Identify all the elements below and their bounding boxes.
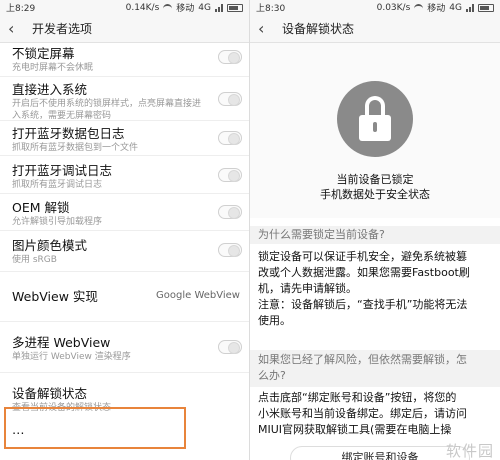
status-time: 上8:29 bbox=[6, 4, 36, 14]
bind-account-device-button[interactable]: 绑定账号和设备 bbox=[290, 446, 470, 460]
answer-line: 锁定设备可以保证手机安全，避免系统被篡 bbox=[258, 250, 467, 263]
question-line: 么办? bbox=[258, 369, 286, 382]
settings-list: 不锁定屏幕 充电时屏幕不会休眠 直接进入系统 开启后不使用系统的锁屏样式，点亮屏… bbox=[0, 43, 249, 439]
status-bar: 上8:29 0.14K/s 移动 4G bbox=[0, 0, 249, 15]
faq-question-1: 为什么需要锁定当前设备? bbox=[250, 226, 500, 244]
status-network: 4G bbox=[449, 2, 462, 13]
developer-options-screen: 上8:29 0.14K/s 移动 4G ‹ 开发者选项 不锁定屏幕 充电时屏幕不… bbox=[0, 0, 250, 460]
answer-line: 改或个人数据泄露。如果您需要Fastboot刷 bbox=[258, 266, 470, 279]
webview-implementation-value: Google WebView bbox=[156, 290, 240, 301]
faq-answer-1: 锁定设备可以保证手机安全，避免系统被篡 改或个人数据泄露。如果您需要Fastbo… bbox=[250, 249, 500, 329]
setting-webview-implementation[interactable]: WebView 实现 Google WebView bbox=[0, 272, 249, 322]
status-carrier: 移动 bbox=[176, 4, 195, 14]
answer-line: 小米账号和当前设备绑定。绑定后，请访问 bbox=[258, 407, 467, 420]
question-line: 如果您已经了解风险，但依然需要解锁，怎 bbox=[258, 353, 467, 366]
setting-label: 多进程 WebView bbox=[12, 335, 111, 350]
page-title: 设备解锁状态 bbox=[282, 22, 355, 36]
setting-label: 图片颜色模式 bbox=[12, 238, 88, 253]
lock-status-title: 当前设备已锁定 bbox=[336, 173, 414, 186]
bt-hci-log-toggle[interactable] bbox=[218, 131, 242, 145]
setting-direct-boot[interactable]: 直接进入系统 开启后不使用系统的锁屏样式，点亮屏幕直接进入系统，需要无屏幕密码 bbox=[0, 77, 249, 121]
answer-line: 注意：设备解锁后，“查找手机”功能将无法 bbox=[258, 298, 468, 311]
status-bar: 上8:30 0.03K/s 移动 4G bbox=[250, 0, 500, 15]
device-unlock-status-screen: 上8:30 0.03K/s 移动 4G ‹ 设备解锁状态 当前设备已锁定 手机数… bbox=[250, 0, 500, 460]
faq-question-2: 如果您已经了解风险，但依然需要解锁，怎 么办? bbox=[250, 350, 500, 387]
setting-label: 设备解锁状态 bbox=[12, 386, 88, 401]
setting-label: 直接进入系统 bbox=[12, 82, 88, 97]
setting-description: 抓取所有蓝牙数据包到一个文件 bbox=[12, 143, 139, 153]
multiprocess-webview-toggle[interactable] bbox=[218, 340, 242, 354]
watermark: 软件园 bbox=[445, 442, 494, 460]
setting-label: 打开蓝牙数据包日志 bbox=[12, 126, 125, 141]
setting-description: 充电时屏幕不会休眠 bbox=[12, 63, 94, 73]
lock-status-panel: 当前设备已锁定 手机数据处于安全状态 bbox=[250, 43, 500, 218]
title-bar: ‹ 设备解锁状态 bbox=[250, 15, 500, 43]
setting-bt-hci-log[interactable]: 打开蓝牙数据包日志 抓取所有蓝牙数据包到一个文件 bbox=[0, 121, 249, 156]
answer-line: MIUI官网获取解锁工具(需要在电脑上操 bbox=[258, 423, 452, 436]
setting-label: 不锁定屏幕 bbox=[12, 46, 75, 61]
wifi-icon bbox=[414, 4, 424, 11]
status-time: 上8:30 bbox=[256, 4, 286, 14]
battery-icon bbox=[478, 3, 494, 12]
answer-line: 使用。 bbox=[258, 314, 291, 327]
bt-debug-log-toggle[interactable] bbox=[218, 168, 242, 182]
setting-bt-debug-log[interactable]: 打开蓝牙调试日志 抓取所有蓝牙调试日志 bbox=[0, 156, 249, 194]
setting-picture-color-mode[interactable]: 图片颜色模式 使用 sRGB bbox=[0, 231, 249, 272]
page-title: 开发者选项 bbox=[32, 22, 93, 36]
highlight-frame bbox=[4, 407, 186, 449]
status-network: 4G bbox=[198, 2, 211, 13]
setting-description: 使用 sRGB bbox=[12, 255, 57, 265]
stay-awake-toggle[interactable] bbox=[218, 50, 242, 64]
lock-status-subtitle: 手机数据处于安全状态 bbox=[320, 188, 430, 201]
status-speed: 0.03K/s bbox=[376, 2, 411, 13]
setting-label: 打开蓝牙调试日志 bbox=[12, 163, 113, 178]
setting-oem-unlock[interactable]: OEM 解锁 允许解锁引导加载程序 bbox=[0, 194, 249, 231]
setting-label: OEM 解锁 bbox=[12, 200, 70, 215]
setting-description: 抓取所有蓝牙调试日志 bbox=[12, 180, 103, 190]
status-speed: 0.14K/s bbox=[125, 2, 160, 13]
answer-line: 点击底部“绑定账号和设备”按钮，将您的 bbox=[258, 391, 457, 404]
faq-answer-2: 点击底部“绑定账号和设备”按钮，将您的 小米账号和当前设备绑定。绑定后，请访问 … bbox=[250, 390, 500, 438]
wifi-icon bbox=[163, 4, 173, 11]
title-bar: ‹ 开发者选项 bbox=[0, 15, 249, 43]
battery-icon bbox=[227, 3, 243, 12]
setting-description: 允许解锁引导加载程序 bbox=[12, 217, 103, 227]
setting-stay-awake[interactable]: 不锁定屏幕 充电时屏幕不会休眠 bbox=[0, 43, 249, 77]
lock-icon bbox=[337, 81, 413, 157]
picture-color-mode-toggle[interactable] bbox=[218, 243, 242, 257]
setting-description: 开启后不使用系统的锁屏样式，点亮屏幕直接进入系统，需要无屏幕密码 bbox=[12, 99, 202, 121]
signal-icon bbox=[215, 3, 223, 12]
answer-line: 机，请先申请解锁。 bbox=[258, 282, 357, 295]
back-arrow-icon[interactable]: ‹ bbox=[8, 20, 24, 37]
oem-unlock-toggle[interactable] bbox=[218, 205, 242, 219]
direct-boot-toggle[interactable] bbox=[218, 92, 242, 106]
signal-icon bbox=[466, 3, 474, 12]
setting-multiprocess-webview[interactable]: 多进程 WebView 单独运行 WebView 渲染程序 bbox=[0, 322, 249, 373]
status-carrier: 移动 bbox=[427, 4, 446, 14]
setting-description: 单独运行 WebView 渲染程序 bbox=[12, 352, 131, 362]
back-arrow-icon[interactable]: ‹ bbox=[258, 20, 274, 37]
